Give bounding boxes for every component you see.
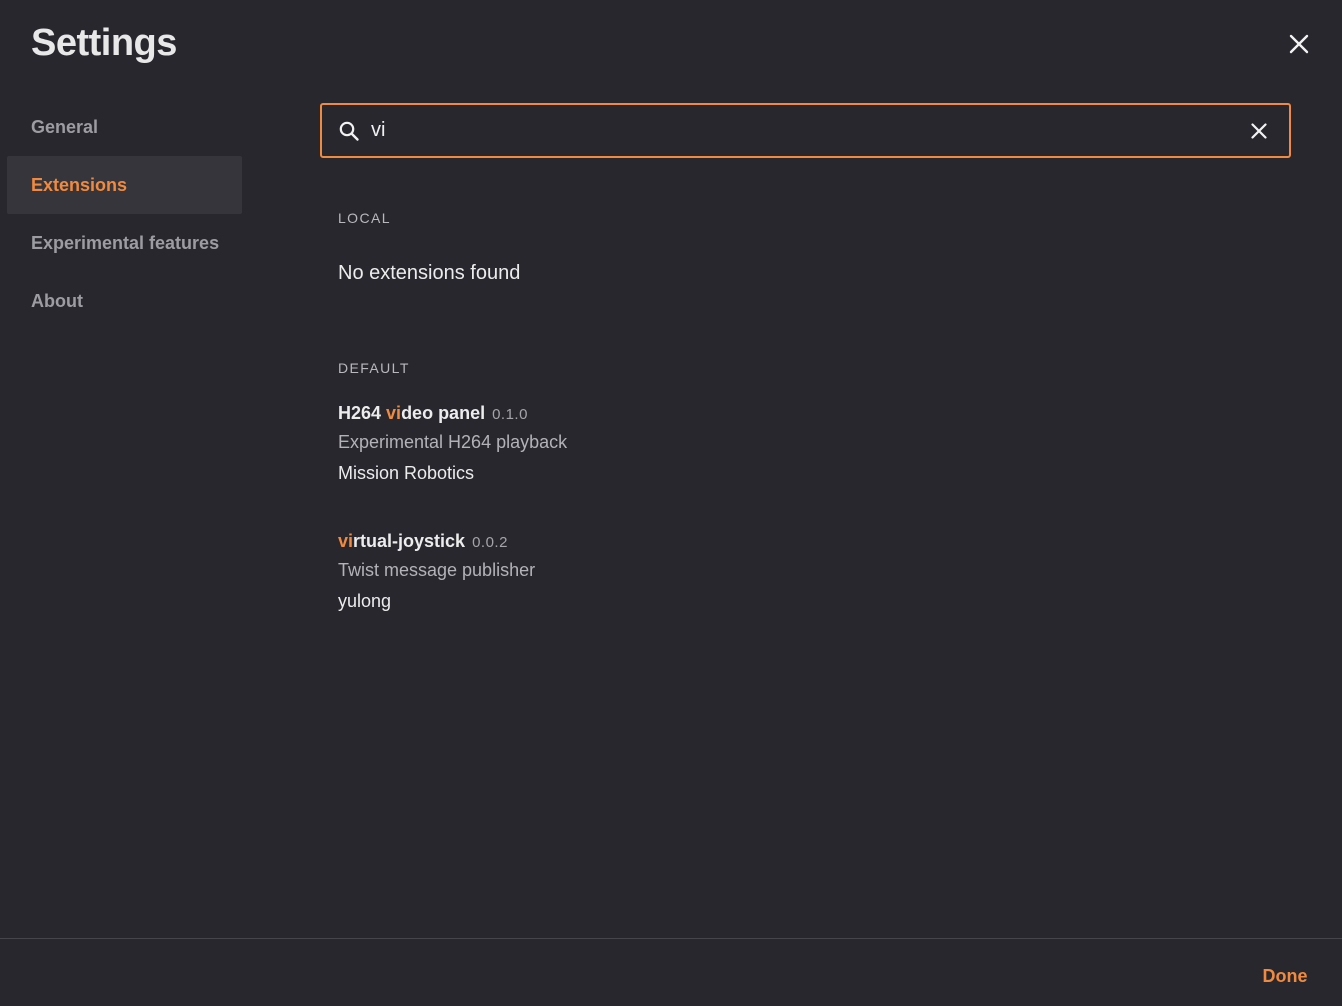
settings-dialog: Settings General Extensions Experimental…: [0, 0, 1342, 1006]
section-label-local: LOCAL: [338, 210, 391, 226]
extension-item[interactable]: H264 video panel 0.1.0 Experimental H264…: [338, 403, 938, 484]
extension-description: Experimental H264 playback: [338, 432, 568, 452]
extension-description: Twist message publisher: [338, 560, 536, 580]
search-icon: [337, 119, 361, 143]
extension-name: H264 video panel: [338, 403, 485, 424]
search-box: [320, 103, 1291, 158]
page-title: Settings: [31, 22, 177, 64]
sidebar-item-label: Extensions: [31, 174, 128, 195]
sidebar-item-experimental-features[interactable]: Experimental features: [7, 214, 242, 272]
extension-version: 0.0.2: [472, 534, 508, 551]
extension-version: 0.1.0: [492, 406, 528, 423]
sidebar-item-label: About: [31, 290, 83, 311]
extension-name: virtual-joystick: [338, 531, 465, 552]
sidebar-item-about[interactable]: About: [7, 272, 242, 330]
close-button[interactable]: [1283, 30, 1315, 62]
close-icon: [1288, 33, 1310, 60]
extension-name-match: vi: [338, 531, 354, 551]
done-button[interactable]: Done: [1252, 962, 1318, 990]
sidebar-item-general[interactable]: General: [7, 98, 242, 156]
extension-publisher: Mission Robotics: [338, 463, 475, 483]
sidebar-item-label: Experimental features: [31, 232, 220, 253]
extension-name-prefix: H264: [338, 403, 387, 423]
section-label-default: DEFAULT: [338, 360, 410, 376]
empty-message: No extensions found: [338, 262, 521, 284]
sidebar-item-label: General: [31, 116, 99, 137]
extension-title-row: virtual-joystick 0.0.2: [338, 531, 938, 552]
extension-name-suffix: rtual-joystick: [353, 531, 466, 551]
search-input[interactable]: [371, 119, 1247, 142]
extension-item[interactable]: virtual-joystick 0.0.2 Twist message pub…: [338, 531, 938, 612]
extension-name-match: vi: [386, 403, 402, 423]
extension-publisher: yulong: [338, 591, 392, 611]
extension-name-suffix: deo panel: [401, 403, 486, 423]
clear-icon[interactable]: [1247, 119, 1271, 143]
extension-title-row: H264 video panel 0.1.0: [338, 403, 938, 424]
settings-sidebar: General Extensions Experimental features…: [7, 98, 242, 330]
footer-divider: [0, 938, 1342, 939]
sidebar-item-extensions[interactable]: Extensions: [7, 156, 242, 214]
